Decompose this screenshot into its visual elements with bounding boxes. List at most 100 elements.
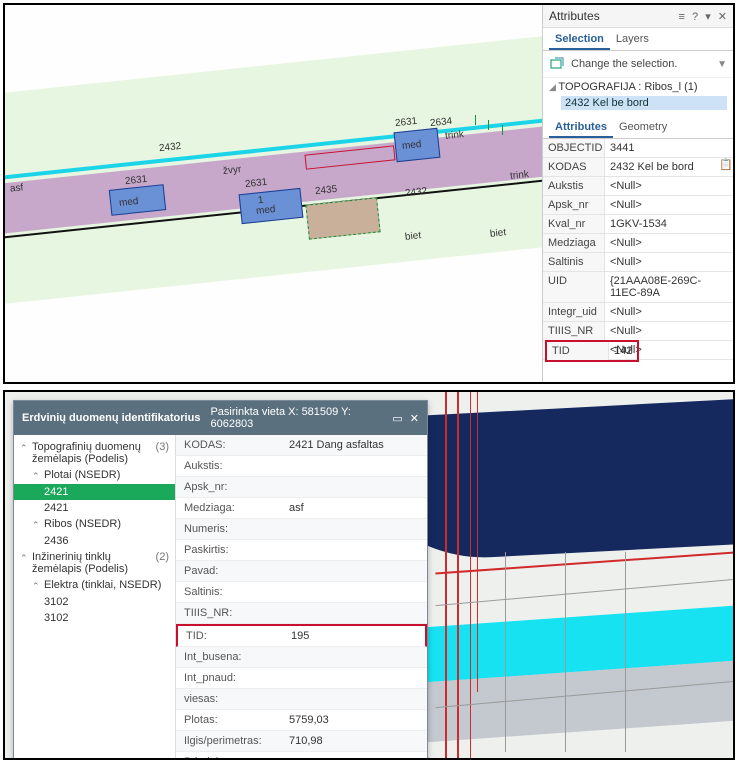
identify-row[interactable]: TID:195 (176, 624, 427, 647)
tree-leaf[interactable]: 3102 (14, 610, 175, 626)
identify-key: viesas: (176, 689, 281, 709)
attr-value[interactable]: 2432 Kel be bord (605, 158, 719, 176)
map-label: žvyr (222, 164, 241, 177)
map-label: biet (489, 227, 506, 240)
tab-selection[interactable]: Selection (549, 30, 610, 50)
map-label: 2631 (124, 174, 147, 187)
attribute-row[interactable]: Apsk_nr<Null> (543, 196, 733, 215)
attr-value[interactable]: <Null> (605, 177, 733, 195)
selection-icon (549, 57, 567, 71)
identify-row[interactable]: TIIIS_NR: (176, 603, 427, 624)
tree-leaf[interactable]: 2421 (14, 500, 175, 516)
identify-value: 195 (283, 626, 425, 646)
identify-key: Int_pnaud: (176, 668, 281, 688)
tree-layer-node[interactable]: ◢ TOPOGRAFIJA : Ribos_l (1) (549, 80, 727, 94)
identify-coordinates: Pasirinkta vieta X: 581509 Y: 6062803 (210, 406, 388, 430)
attribute-row[interactable]: Integr_uid<Null> (543, 303, 733, 322)
close-icon[interactable]: ✕ (410, 413, 419, 425)
attribute-row[interactable]: Saltinis<Null> (543, 253, 733, 272)
attribute-row[interactable]: TIIIS_NR<Null> (543, 322, 733, 341)
gis-map-canvas-bottom[interactable]: Erdvinių duomenų identifikatorius Pasiri… (5, 392, 733, 758)
attribute-row[interactable]: TID142 (545, 340, 639, 362)
close-icon[interactable]: ✕ (718, 11, 727, 23)
map-vegetation-tick (475, 115, 476, 125)
help-icon[interactable]: ? (692, 11, 698, 23)
attribute-grid: OBJECTID3441KODAS2432 Kel be bord📋Auksti… (543, 139, 733, 382)
tree-group[interactable]: ⌃Topografinių duomenų žemėlapis (Podelis… (14, 439, 175, 467)
map-tan-poly (305, 197, 380, 239)
tree-subgroup[interactable]: ⌃Elektra (tinklai, NSEDR) (14, 577, 175, 594)
tree-subgroup[interactable]: ⌃Plotai (NSEDR) (14, 467, 175, 484)
identify-key: Paskirtis: (176, 540, 281, 560)
attribute-row[interactable]: Kval_nr1GKV-1534 (543, 215, 733, 234)
attr-value[interactable]: 1GKV-1534 (605, 215, 733, 233)
tree-subgroup[interactable]: ⌃Ribos (NSEDR) (14, 516, 175, 533)
identify-title: Erdvinių duomenų identifikatorius (22, 412, 200, 424)
identify-row[interactable]: Int_busena: (176, 647, 427, 668)
clipboard-icon[interactable]: 📋 (719, 158, 733, 176)
identify-header[interactable]: Erdvinių duomenų identifikatorius Pasiri… (14, 401, 427, 435)
identify-row[interactable]: Priedai: (176, 752, 427, 758)
attribute-row[interactable]: OBJECTID3441 (543, 139, 733, 158)
identify-key: TIIIS_NR: (176, 603, 281, 623)
attr-key: OBJECTID (543, 139, 605, 157)
identify-row[interactable]: Int_pnaud: (176, 668, 427, 689)
identify-value: 5759,03 (281, 710, 427, 730)
identify-key: Int_busena: (176, 647, 281, 667)
attr-value[interactable]: <Null> (605, 303, 733, 321)
attribute-row[interactable]: UID{21AAA08E-269C-11EC-89A (543, 272, 733, 303)
identify-row[interactable]: Numeris: (176, 519, 427, 540)
map-label: trink (509, 169, 529, 182)
attribute-row[interactable]: Medziaga<Null> (543, 234, 733, 253)
chevron-down-icon[interactable]: ▼ (717, 59, 727, 70)
tree-feature-node[interactable]: 2432 Kel be bord (561, 96, 727, 110)
subtab-attributes[interactable]: Attributes (549, 118, 613, 138)
attr-value[interactable]: <Null> (605, 234, 733, 252)
attr-value[interactable]: <Null> (605, 196, 733, 214)
identify-tree: ⌃Topografinių duomenų žemėlapis (Podelis… (14, 435, 176, 758)
identify-key: Saltinis: (176, 582, 281, 602)
identify-row[interactable]: Aukstis: (176, 456, 427, 477)
tree-leaf[interactable]: 2436 (14, 533, 175, 549)
identify-key: TID: (178, 626, 283, 646)
gis-map-canvas-top[interactable]: 2432 žvyr 2631 med 1 med asf biet biet 2… (5, 5, 542, 382)
tree-leaf[interactable]: 3102 (14, 594, 175, 610)
identify-row[interactable]: viesas: (176, 689, 427, 710)
subtab-geometry[interactable]: Geometry (613, 118, 673, 138)
tree-group[interactable]: ⌃Inžinerinių tinklų žemėlapis (Podelis)(… (14, 549, 175, 577)
attr-value[interactable]: {21AAA08E-269C-11EC-89A (605, 272, 733, 302)
identify-row[interactable]: KODAS:2421 Dang asfaltas (176, 435, 427, 456)
tab-layers[interactable]: Layers (610, 30, 655, 50)
options-icon[interactable]: ≡ (679, 11, 685, 23)
identify-row[interactable]: Apsk_nr: (176, 477, 427, 498)
identify-row[interactable]: Paskirtis: (176, 540, 427, 561)
identify-row[interactable]: Pavad: (176, 561, 427, 582)
identify-key: KODAS: (176, 435, 281, 455)
attr-value[interactable]: <Null> (605, 253, 733, 271)
attr-key: Integr_uid (543, 303, 605, 321)
attr-key: TIIIS_NR (543, 322, 605, 340)
identify-key: Apsk_nr: (176, 477, 281, 497)
attr-value[interactable]: <Null> (605, 322, 733, 340)
identify-row[interactable]: Medziaga:asf (176, 498, 427, 519)
identify-row[interactable]: Ilgis/perimetras:710,98 (176, 731, 427, 752)
identify-value (281, 519, 427, 539)
identify-row[interactable]: Saltinis: (176, 582, 427, 603)
pin-icon[interactable]: ▾ (705, 11, 711, 23)
map-label: 2631 (244, 177, 267, 190)
attribute-row[interactable]: KODAS2432 Kel be bord📋 (543, 158, 733, 177)
attr-value[interactable]: 142 (609, 342, 637, 360)
attr-value[interactable]: 3441 (605, 139, 733, 157)
change-selection-row[interactable]: Change the selection. ▼ (543, 51, 733, 78)
identify-row[interactable]: Plotas:5759,03 (176, 710, 427, 731)
attribute-row[interactable]: Aukstis<Null> (543, 177, 733, 196)
tree-leaf-selected[interactable]: 2421 (14, 484, 175, 500)
identify-value (281, 477, 427, 497)
map-label: 2432 (158, 141, 181, 154)
attr-key: Aukstis (543, 177, 605, 195)
identify-key: Priedai: (176, 752, 281, 758)
map-label: asf (9, 182, 23, 194)
maximize-icon[interactable]: ▭ (392, 413, 402, 425)
identify-key: Plotas: (176, 710, 281, 730)
identify-value (281, 752, 427, 758)
